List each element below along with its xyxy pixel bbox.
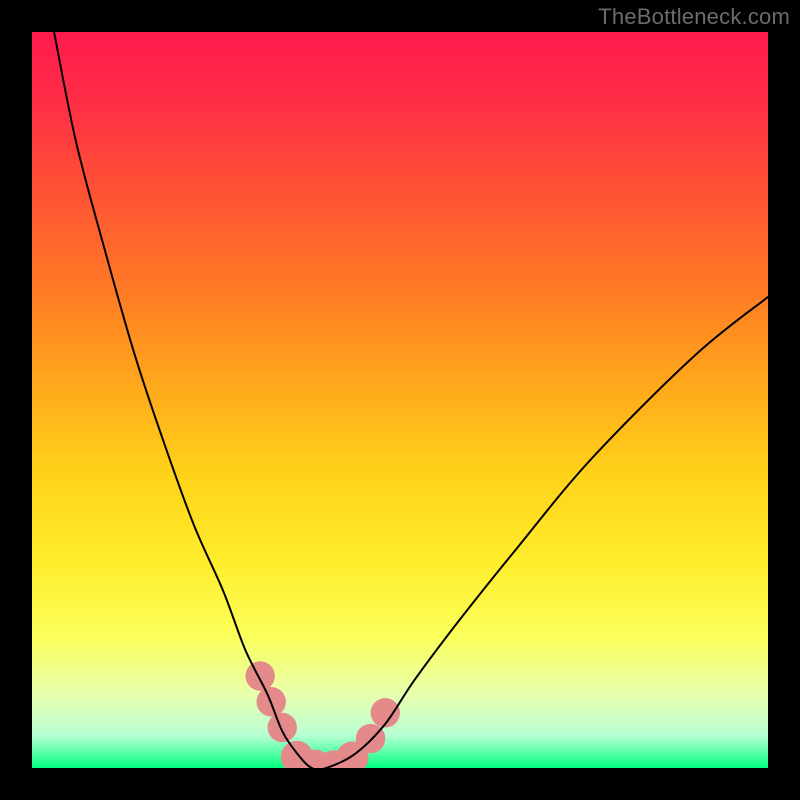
chart-frame: TheBottleneck.com	[0, 0, 800, 800]
chart-svg	[32, 32, 768, 768]
marker-left-cluster-top	[245, 661, 274, 690]
watermark-text: TheBottleneck.com	[598, 4, 790, 30]
plot-area	[32, 32, 768, 768]
background-gradient	[32, 32, 768, 768]
marker-left-cluster-low	[268, 713, 297, 742]
